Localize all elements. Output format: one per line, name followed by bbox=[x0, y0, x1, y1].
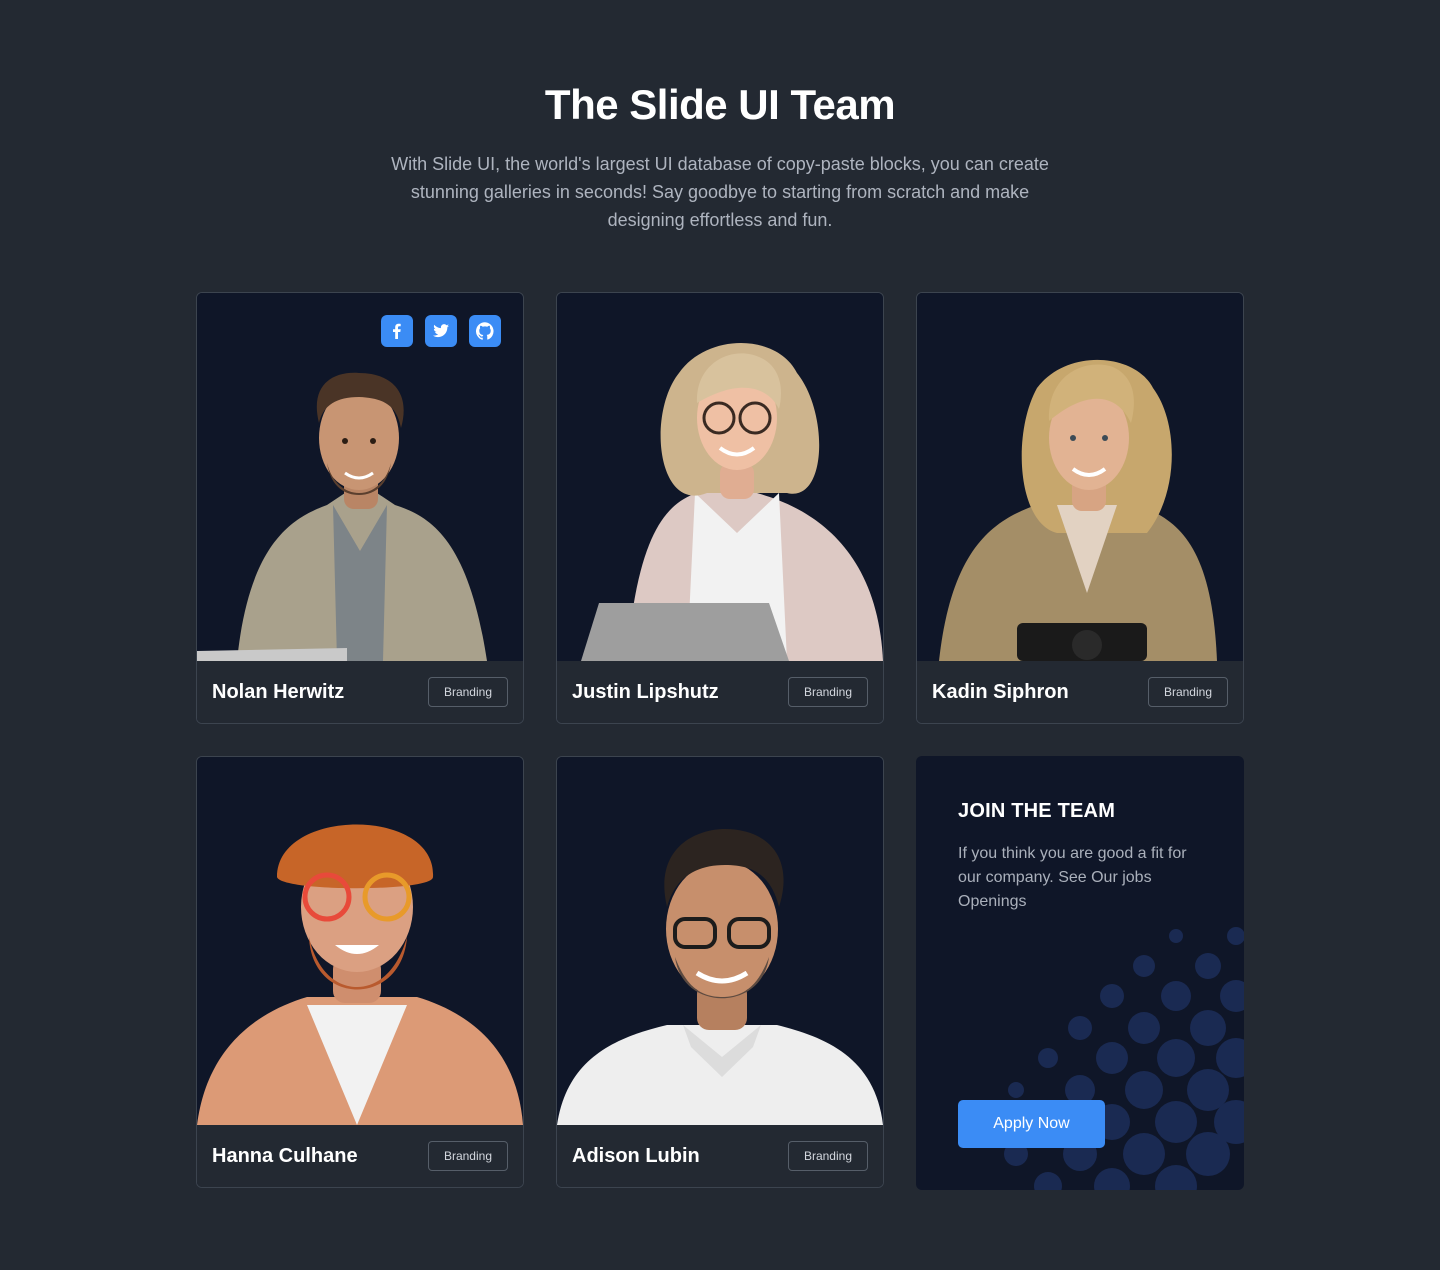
page-title: The Slide UI Team bbox=[544, 81, 896, 128]
member-name: Kadin Siphron bbox=[932, 680, 1069, 703]
person-illustration bbox=[581, 343, 883, 661]
member-tag[interactable]: Branding bbox=[427, 1141, 508, 1171]
member-name: Justin Lipshutz bbox=[572, 680, 719, 703]
member-photo bbox=[197, 293, 523, 661]
member-photo bbox=[557, 293, 883, 661]
card-footer: Hanna Culhane Branding bbox=[197, 1125, 523, 1187]
member-photo bbox=[557, 757, 883, 1125]
member-tag[interactable]: Branding bbox=[427, 677, 508, 707]
facebook-icon[interactable] bbox=[381, 315, 413, 347]
join-description: If you think you are good a fit for our … bbox=[958, 845, 1187, 910]
member-photo bbox=[917, 293, 1243, 661]
member-tag[interactable]: Branding bbox=[1147, 677, 1228, 707]
card-footer: Kadin Siphron Branding bbox=[917, 661, 1243, 723]
member-tag[interactable]: Branding bbox=[787, 677, 868, 707]
twitter-icon[interactable] bbox=[425, 315, 457, 347]
join-title: JOIN THE TEAM bbox=[958, 800, 1116, 822]
apply-now-button[interactable]: Apply Now bbox=[958, 1100, 1105, 1148]
page-subtitle: With Slide UI, the world's largest UI da… bbox=[391, 154, 1049, 230]
member-name: Hanna Culhane bbox=[212, 1144, 358, 1167]
team-card[interactable]: Nolan Herwitz Branding bbox=[196, 292, 524, 724]
team-card[interactable]: Hanna Culhane Branding bbox=[196, 756, 524, 1188]
member-tag[interactable]: Branding bbox=[787, 1141, 868, 1171]
member-photo bbox=[197, 757, 523, 1125]
person-illustration bbox=[197, 372, 487, 661]
member-name: Nolan Herwitz bbox=[212, 680, 345, 703]
card-footer: Justin Lipshutz Branding bbox=[557, 661, 883, 723]
person-illustration bbox=[939, 359, 1217, 661]
card-footer: Adison Lubin Branding bbox=[557, 1125, 883, 1187]
card-footer: Nolan Herwitz Branding bbox=[197, 661, 523, 723]
team-card[interactable]: Kadin Siphron Branding bbox=[916, 292, 1244, 724]
person-illustration bbox=[197, 824, 523, 1125]
social-links bbox=[381, 315, 501, 347]
page-header: The Slide UI Team With Slide UI, the wor… bbox=[0, 80, 1440, 234]
person-illustration bbox=[557, 829, 883, 1125]
member-name: Adison Lubin bbox=[572, 1144, 700, 1167]
github-icon[interactable] bbox=[469, 315, 501, 347]
join-team-card: JOIN THE TEAM If you think you are good … bbox=[916, 756, 1244, 1190]
team-card[interactable]: Justin Lipshutz Branding bbox=[556, 292, 884, 724]
team-card[interactable]: Adison Lubin Branding bbox=[556, 756, 884, 1188]
